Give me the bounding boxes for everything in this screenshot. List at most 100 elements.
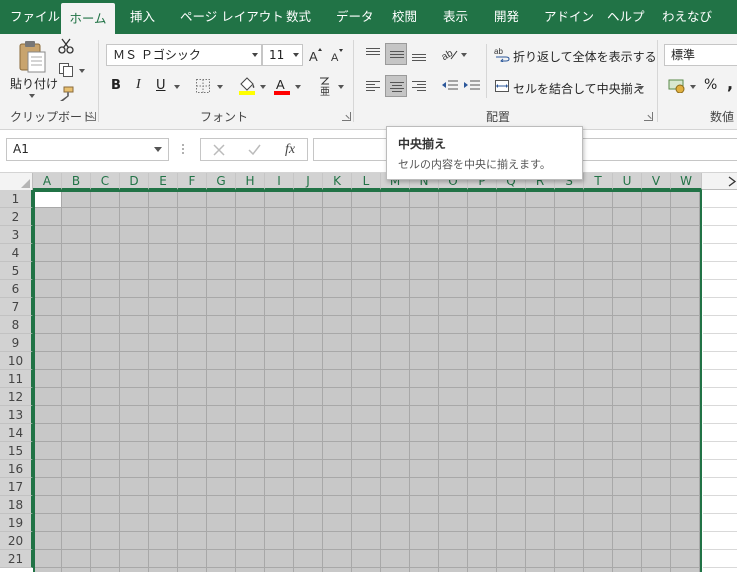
merge-dropdown-icon[interactable]: [638, 86, 644, 90]
underline-button[interactable]: U: [156, 78, 166, 93]
column-header[interactable]: F: [178, 173, 207, 190]
tab-home[interactable]: ホーム: [61, 3, 115, 34]
font-size-dropdown[interactable]: 11: [262, 44, 303, 66]
column-header[interactable]: C: [91, 173, 120, 190]
column-header[interactable]: V: [642, 173, 671, 190]
column-header[interactable]: J: [294, 173, 323, 190]
alignment-launcher-icon[interactable]: [644, 112, 653, 121]
middle-align-button[interactable]: [385, 43, 407, 65]
borders-dropdown-icon[interactable]: [217, 85, 223, 89]
tab-page-layout[interactable]: ページ レイアウト: [180, 0, 284, 34]
comma-style-button[interactable]: ,: [727, 74, 733, 93]
row-header[interactable]: 19: [0, 514, 33, 532]
column-header[interactable]: T: [584, 173, 613, 190]
row-header[interactable]: 3: [0, 226, 33, 244]
phonetic-guide-icon[interactable]: 亜: [317, 76, 333, 98]
align-left-button[interactable]: [362, 75, 384, 97]
fill-color-icon[interactable]: [238, 76, 256, 96]
row-header[interactable]: 6: [0, 280, 33, 298]
tab-waenavi[interactable]: わえなび: [662, 0, 712, 34]
row-header[interactable]: 17: [0, 478, 33, 496]
column-header[interactable]: E: [149, 173, 178, 190]
tab-addins[interactable]: アドイン: [544, 0, 594, 34]
tab-formulas[interactable]: 数式: [286, 0, 311, 34]
column-header[interactable]: U: [613, 173, 642, 190]
row-header[interactable]: 13: [0, 406, 33, 424]
number-format-dropdown[interactable]: 標準: [664, 44, 737, 66]
row-header[interactable]: 7: [0, 298, 33, 316]
row-header[interactable]: 2: [0, 208, 33, 226]
decrease-indent-icon[interactable]: [441, 78, 459, 94]
row-header[interactable]: 11: [0, 370, 33, 388]
font-launcher-icon[interactable]: [342, 112, 351, 121]
row-header[interactable]: 14: [0, 424, 33, 442]
borders-icon[interactable]: [195, 78, 211, 94]
row-header[interactable]: 16: [0, 460, 33, 478]
select-all-corner[interactable]: [0, 173, 33, 190]
percent-style-button[interactable]: %: [704, 77, 717, 93]
italic-button[interactable]: I: [136, 77, 141, 93]
column-header[interactable]: I: [265, 173, 294, 190]
phonetic-dropdown-icon[interactable]: [338, 85, 344, 89]
clipboard-launcher-icon[interactable]: [87, 112, 96, 121]
orientation-icon[interactable]: ab: [440, 46, 461, 63]
font-color-dropdown-icon[interactable]: [295, 85, 301, 89]
tab-help[interactable]: ヘルプ: [607, 0, 645, 34]
row-header[interactable]: 18: [0, 496, 33, 514]
increase-indent-icon[interactable]: [463, 78, 481, 94]
row-header[interactable]: 8: [0, 316, 33, 334]
cell-area-unselected[interactable]: [703, 190, 737, 572]
accounting-dropdown-icon[interactable]: [690, 85, 696, 89]
increase-font-size-icon[interactable]: A: [309, 47, 323, 64]
formula-bar-grip-icon[interactable]: [181, 142, 185, 156]
row-header[interactable]: 21: [0, 550, 33, 568]
format-painter-icon[interactable]: [58, 86, 74, 102]
tab-view[interactable]: 表示: [443, 0, 468, 34]
row-header[interactable]: 20: [0, 532, 33, 550]
paste-button[interactable]: 貼り付け: [10, 75, 58, 92]
column-header[interactable]: H: [236, 173, 265, 190]
column-header[interactable]: B: [62, 173, 91, 190]
insert-function-button[interactable]: fx: [285, 142, 295, 158]
scroll-right-icon[interactable]: [728, 176, 737, 187]
row-header[interactable]: 1: [0, 190, 33, 208]
bottom-align-button[interactable]: [408, 43, 430, 65]
column-header[interactable]: K: [323, 173, 352, 190]
confirm-entry-icon[interactable]: [248, 144, 261, 156]
fill-color-dropdown-icon[interactable]: [260, 85, 266, 89]
row-header[interactable]: 9: [0, 334, 33, 352]
merge-center-icon[interactable]: [494, 78, 510, 94]
paste-dropdown-icon[interactable]: [29, 94, 35, 98]
row-header[interactable]: 4: [0, 244, 33, 262]
row-header[interactable]: 12: [0, 388, 33, 406]
tab-developer[interactable]: 開発: [494, 0, 519, 34]
column-header[interactable]: L: [352, 173, 381, 190]
align-right-button[interactable]: [408, 75, 430, 97]
tab-file[interactable]: ファイル: [10, 0, 60, 34]
column-header[interactable]: A: [33, 173, 62, 190]
bold-button[interactable]: B: [111, 78, 121, 93]
column-header[interactable]: W: [671, 173, 702, 190]
align-center-button[interactable]: [385, 75, 407, 97]
row-header[interactable]: 5: [0, 262, 33, 280]
font-name-dropdown[interactable]: ＭＳ Ｐゴシック: [106, 44, 262, 66]
font-color-icon[interactable]: A: [273, 76, 291, 96]
paste-icon[interactable]: [17, 40, 47, 74]
underline-dropdown-icon[interactable]: [174, 85, 180, 89]
cut-icon[interactable]: [58, 38, 74, 54]
name-box[interactable]: A1: [6, 138, 169, 161]
row-header[interactable]: 10: [0, 352, 33, 370]
accounting-format-icon[interactable]: [668, 77, 686, 94]
column-header[interactable]: G: [207, 173, 236, 190]
top-align-button[interactable]: [362, 43, 384, 65]
tab-review[interactable]: 校閲: [392, 0, 417, 34]
wrap-text-icon[interactable]: ab: [494, 46, 510, 63]
copy-icon[interactable]: [58, 62, 74, 78]
tab-insert[interactable]: 挿入: [130, 0, 155, 34]
wrap-text-button[interactable]: 折り返して全体を表示する: [513, 48, 657, 65]
merge-center-button[interactable]: セルを結合して中央揃え: [513, 80, 645, 97]
tab-data[interactable]: データ: [336, 0, 374, 34]
column-header[interactable]: D: [120, 173, 149, 190]
copy-dropdown-icon[interactable]: [79, 69, 85, 73]
decrease-font-size-icon[interactable]: A: [331, 48, 345, 64]
